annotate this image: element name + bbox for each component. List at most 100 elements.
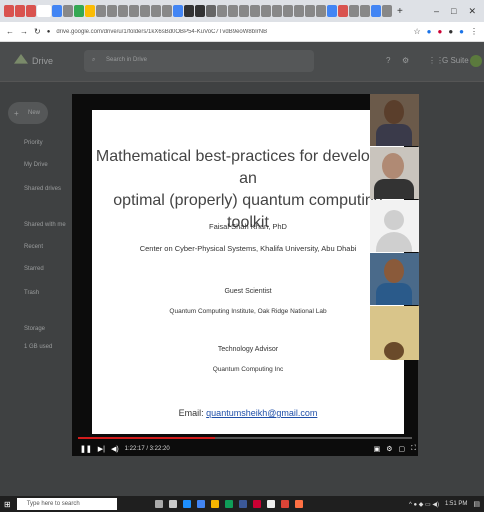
- participant-body: [374, 179, 414, 199]
- url-field[interactable]: drive.google.com/drive/u/1/folders/1kX6s…: [56, 29, 407, 35]
- participant-video-1: [370, 94, 419, 146]
- forward-icon[interactable]: →: [20, 27, 28, 36]
- presentation-slide: Mathematical best-practices for developi…: [92, 110, 404, 434]
- extension-icon[interactable]: ●: [448, 27, 453, 36]
- tab[interactable]: [85, 5, 95, 17]
- tab[interactable]: [74, 5, 84, 17]
- tab[interactable]: [96, 5, 106, 17]
- tab[interactable]: [294, 5, 304, 17]
- drive-search-input[interactable]: Search in Drive: [106, 57, 147, 63]
- help-icon[interactable]: ?: [386, 56, 390, 65]
- tab[interactable]: [283, 5, 293, 17]
- task-view-icon[interactable]: [154, 500, 163, 508]
- reload-icon[interactable]: ↻: [34, 27, 41, 36]
- settings-icon[interactable]: ⚙: [386, 445, 392, 453]
- chrome-icon[interactable]: [280, 500, 289, 508]
- star-icon[interactable]: ☆: [413, 27, 420, 36]
- tab[interactable]: [217, 5, 227, 17]
- taskbar-search-input[interactable]: Type here to search: [16, 498, 117, 510]
- windows-start-icon[interactable]: ⊞: [4, 500, 11, 509]
- tab[interactable]: [305, 5, 315, 17]
- new-tab-button[interactable]: +: [397, 6, 403, 17]
- new-button[interactable]: + New: [8, 102, 48, 124]
- tab[interactable]: [15, 5, 25, 17]
- tab[interactable]: [228, 5, 238, 17]
- edge-icon[interactable]: [182, 500, 191, 508]
- app-icon[interactable]: [252, 500, 261, 508]
- miniplayer-icon[interactable]: ▢: [398, 445, 405, 453]
- minimize-button[interactable]: –: [434, 6, 439, 17]
- tab[interactable]: [195, 5, 205, 17]
- author-affiliation: Center on Cyber-Physical Systems, Khalif…: [139, 244, 357, 253]
- tab[interactable]: [4, 5, 14, 17]
- tab[interactable]: [239, 5, 249, 17]
- tab[interactable]: [107, 5, 117, 17]
- tab[interactable]: [173, 5, 183, 17]
- video-player[interactable]: Mathematical best-practices for developi…: [72, 94, 418, 456]
- sidebar-item-my-drive[interactable]: My Drive: [24, 162, 48, 168]
- tab[interactable]: [118, 5, 128, 17]
- back-icon[interactable]: ←: [6, 27, 14, 36]
- close-window-button[interactable]: ✕: [468, 6, 476, 17]
- participant-face: [382, 153, 404, 179]
- participant-video-5: [370, 306, 419, 360]
- tab[interactable]: [63, 5, 73, 17]
- gsuite-brand: G Suite: [442, 56, 469, 65]
- sidebar-item-starred[interactable]: Starred: [24, 266, 44, 272]
- app-icon[interactable]: [294, 500, 303, 508]
- clock[interactable]: 1:51 PM: [445, 501, 467, 507]
- participant-video-4: [370, 253, 419, 305]
- app-icon[interactable]: [168, 500, 177, 508]
- tab[interactable]: [250, 5, 260, 17]
- fullscreen-icon[interactable]: ⛶: [411, 445, 416, 453]
- app-icon[interactable]: [266, 500, 275, 508]
- storage-usage: 1 GB used: [24, 344, 53, 350]
- tab[interactable]: [261, 5, 271, 17]
- time-display: 1:22:17 / 3:22:20: [124, 446, 170, 452]
- tab[interactable]: [129, 5, 139, 17]
- captions-icon[interactable]: ▣: [374, 445, 381, 453]
- tab[interactable]: [162, 5, 172, 17]
- profile-avatar[interactable]: ●: [459, 27, 464, 36]
- drive-search-box[interactable]: ⌕ Search in Drive: [84, 50, 314, 72]
- sidebar-item-shared-with-me[interactable]: Shared with me: [24, 222, 66, 228]
- tab-active[interactable]: [37, 5, 51, 17]
- menu-icon[interactable]: ⋮: [470, 27, 478, 36]
- app-icon[interactable]: [196, 500, 205, 508]
- tab[interactable]: [151, 5, 161, 17]
- account-avatar[interactable]: [470, 55, 482, 67]
- tab[interactable]: [206, 5, 216, 17]
- sidebar-item-priority[interactable]: Priority: [24, 140, 43, 146]
- sidebar-item-shared-drives[interactable]: Shared drives: [24, 186, 61, 192]
- tab[interactable]: [316, 5, 326, 17]
- tab[interactable]: [338, 5, 348, 17]
- app-icon[interactable]: [238, 500, 247, 508]
- tab[interactable]: [371, 5, 381, 17]
- email-link[interactable]: quantumsheikh@gmail.com: [206, 408, 317, 418]
- tab[interactable]: [140, 5, 150, 17]
- system-tray-icons[interactable]: ^ ● ◆ ▭ ◀): [409, 501, 439, 508]
- notification-icon[interactable]: ▤: [473, 500, 480, 508]
- settings-icon[interactable]: ⚙: [402, 56, 409, 65]
- pause-icon[interactable]: ❚❚: [80, 445, 92, 453]
- video-progress-bar[interactable]: [78, 437, 412, 439]
- tab[interactable]: [327, 5, 337, 17]
- extension-icon[interactable]: ●: [427, 27, 432, 36]
- tab[interactable]: [26, 5, 36, 17]
- maximize-button[interactable]: □: [451, 6, 456, 17]
- tab[interactable]: [382, 5, 392, 17]
- tab[interactable]: [360, 5, 370, 17]
- app-icon[interactable]: [224, 500, 233, 508]
- tab[interactable]: [349, 5, 359, 17]
- tab[interactable]: [184, 5, 194, 17]
- extension-icon[interactable]: ●: [437, 27, 442, 36]
- tab[interactable]: [52, 5, 62, 17]
- participant-face: [384, 259, 404, 283]
- next-icon[interactable]: ▶|: [98, 445, 105, 453]
- file-explorer-icon[interactable]: [210, 500, 219, 508]
- tab[interactable]: [272, 5, 282, 17]
- sidebar-item-trash[interactable]: Trash: [24, 290, 39, 296]
- sidebar-item-storage[interactable]: Storage: [24, 326, 45, 332]
- sidebar-item-recent[interactable]: Recent: [24, 244, 43, 250]
- volume-icon[interactable]: ◀): [111, 445, 119, 453]
